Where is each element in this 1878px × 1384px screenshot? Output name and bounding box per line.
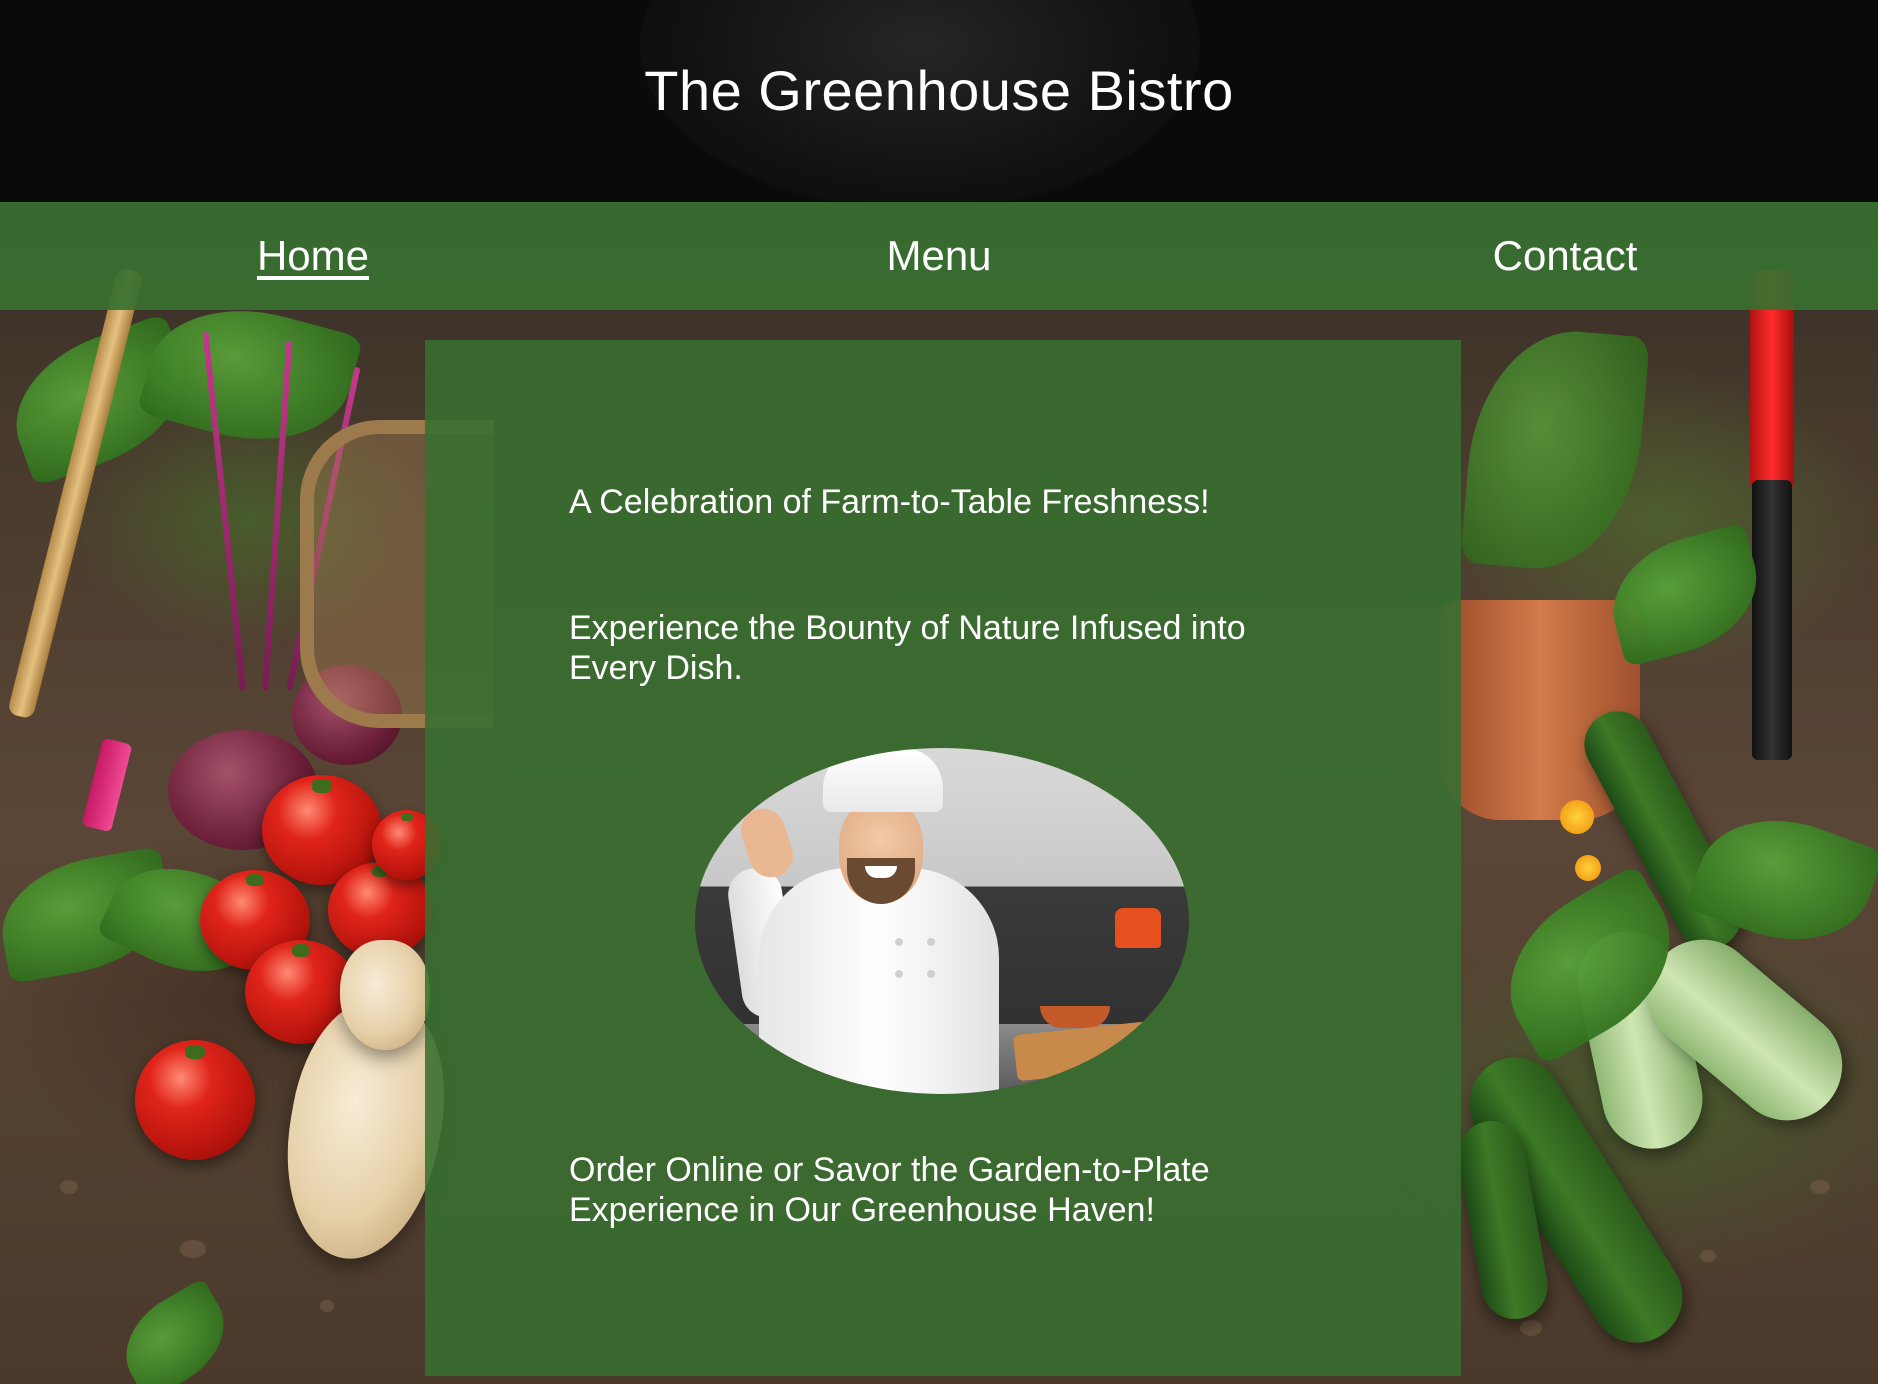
site-title: The Greenhouse Bistro (644, 59, 1234, 122)
hero-subheadline: Experience the Bounty of Nature Infused … (569, 609, 1246, 687)
hero-headline: A Celebration of Farm-to-Table Freshness… (569, 483, 1210, 521)
chef-image (695, 748, 1189, 1094)
hero-cta-text: Order Online or Savor the Garden-to-Plat… (569, 1151, 1210, 1229)
site-header: The Greenhouse Bistro (0, 0, 1878, 202)
nav-link-menu[interactable]: Menu (626, 232, 1252, 280)
hero-card: A Celebration of Farm-to-Table Freshness… (425, 340, 1461, 1376)
nav-link-contact[interactable]: Contact (1252, 232, 1878, 280)
nav-link-home[interactable]: Home (0, 232, 626, 280)
main-nav: Home Menu Contact (0, 202, 1878, 310)
